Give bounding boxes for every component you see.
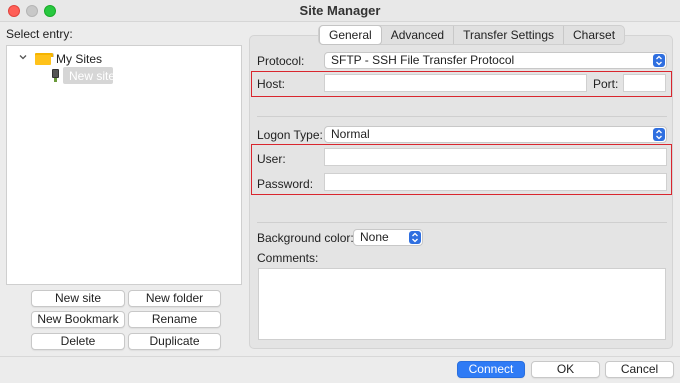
comments-label: Comments: xyxy=(257,251,319,265)
protocol-label: Protocol: xyxy=(257,54,305,68)
tab-charset[interactable]: Charset xyxy=(564,26,624,44)
site-tree[interactable]: My Sites New site xyxy=(6,45,242,285)
up-down-chevron-icon xyxy=(653,54,665,67)
section-divider xyxy=(257,116,667,117)
delete-button[interactable]: Delete xyxy=(31,333,125,350)
port-input[interactable] xyxy=(623,74,666,92)
user-label: User: xyxy=(257,152,286,166)
ok-button[interactable]: OK xyxy=(531,361,600,378)
up-down-chevron-icon xyxy=(653,128,665,141)
tree-item-new-site[interactable]: New site xyxy=(69,69,115,83)
background-color-select[interactable]: None xyxy=(353,229,423,246)
protocol-select[interactable]: SFTP - SSH File Transfer Protocol xyxy=(324,52,667,69)
host-input[interactable] xyxy=(324,74,587,92)
title-bar: Site Manager xyxy=(0,0,680,22)
select-entry-label: Select entry: xyxy=(6,27,73,41)
up-down-chevron-icon xyxy=(409,231,421,244)
background-color-value: None xyxy=(360,230,389,244)
tab-bar: General Advanced Transfer Settings Chars… xyxy=(318,25,626,45)
duplicate-button[interactable]: Duplicate xyxy=(128,333,221,350)
tab-general[interactable]: General xyxy=(319,25,382,45)
new-bookmark-button[interactable]: New Bookmark xyxy=(31,311,125,328)
background-color-label: Background color: xyxy=(257,231,354,245)
connect-button[interactable]: Connect xyxy=(457,361,525,378)
cancel-button[interactable]: Cancel xyxy=(605,361,674,378)
new-site-button[interactable]: New site xyxy=(31,290,125,307)
new-folder-button[interactable]: New folder xyxy=(128,290,221,307)
rename-button[interactable]: Rename xyxy=(128,311,221,328)
logon-type-label: Logon Type: xyxy=(257,128,323,142)
footer-divider xyxy=(0,356,680,357)
section-divider xyxy=(257,222,667,223)
password-input[interactable] xyxy=(324,173,667,191)
protocol-value: SFTP - SSH File Transfer Protocol xyxy=(331,53,515,67)
user-input[interactable] xyxy=(324,148,667,166)
logon-type-select[interactable]: Normal xyxy=(324,126,667,143)
port-label: Port: xyxy=(593,77,619,91)
host-label: Host: xyxy=(257,77,286,91)
tree-item-my-sites[interactable]: My Sites xyxy=(56,52,102,66)
comments-textarea[interactable] xyxy=(258,268,666,340)
tab-advanced[interactable]: Advanced xyxy=(382,26,455,44)
folder-icon xyxy=(35,53,54,65)
logon-type-value: Normal xyxy=(331,127,370,141)
chevron-down-icon[interactable] xyxy=(18,52,28,62)
password-label: Password: xyxy=(257,177,314,191)
tab-transfer-settings[interactable]: Transfer Settings xyxy=(454,26,565,44)
window-title: Site Manager xyxy=(299,3,381,18)
site-icon xyxy=(51,69,60,82)
